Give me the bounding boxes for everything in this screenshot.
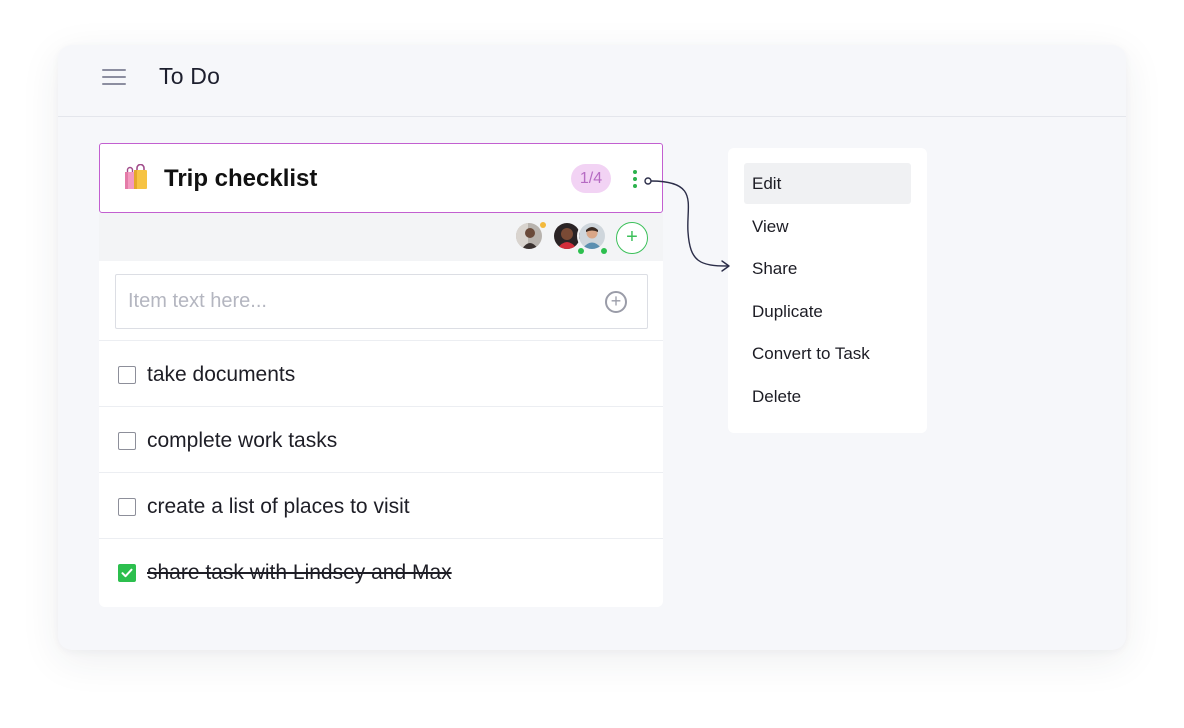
add-item-icon[interactable]: + (605, 291, 627, 313)
checklist-title: Trip checklist (164, 165, 318, 192)
list-item[interactable]: create a list of places to visit (99, 473, 663, 539)
menu-item-edit[interactable]: Edit (744, 163, 911, 204)
check-icon (121, 568, 133, 578)
app-header: To Do (58, 45, 1126, 117)
avatar[interactable] (577, 221, 607, 251)
checklist-header[interactable]: Trip checklist 1/4 (99, 143, 663, 213)
item-checkbox[interactable] (118, 432, 136, 450)
item-checkbox-checked[interactable] (118, 564, 136, 582)
more-options-icon[interactable] (629, 168, 641, 190)
menu-item-duplicate[interactable]: Duplicate (744, 291, 911, 332)
members-bar: + (99, 213, 663, 261)
checklist-card: Trip checklist 1/4 + Item text here... +… (99, 143, 663, 607)
new-item-row: Item text here... + (99, 261, 663, 341)
status-dot (540, 222, 546, 228)
menu-item-view[interactable]: View (744, 206, 911, 247)
item-label: share task with Lindsey and Max (147, 561, 452, 584)
hamburger-icon[interactable] (102, 67, 128, 87)
menu-item-convert-to-task[interactable]: Convert to Task (744, 333, 911, 374)
progress-badge: 1/4 (571, 164, 611, 193)
add-member-button[interactable]: + (616, 222, 648, 254)
input-placeholder: Item text here... (128, 290, 267, 312)
page-title: To Do (159, 63, 221, 89)
list-item[interactable]: take documents (99, 341, 663, 407)
menu-item-share[interactable]: Share (744, 248, 911, 289)
status-dot (601, 248, 607, 254)
status-dot (578, 248, 584, 254)
item-label: complete work tasks (147, 429, 338, 452)
checklist-body: Item text here... + take documents compl… (99, 261, 663, 607)
item-text-input[interactable]: Item text here... + (115, 274, 648, 329)
item-checkbox[interactable] (118, 498, 136, 516)
menu-item-delete[interactable]: Delete (744, 376, 911, 417)
list-item[interactable]: complete work tasks (99, 407, 663, 473)
item-checkbox[interactable] (118, 366, 136, 384)
context-menu: Edit View Share Duplicate Convert to Tas… (728, 148, 927, 433)
item-label: take documents (147, 363, 296, 386)
item-label: create a list of places to visit (147, 495, 410, 518)
shopping-bag-icon (125, 164, 147, 189)
list-item[interactable]: share task with Lindsey and Max (99, 539, 663, 605)
